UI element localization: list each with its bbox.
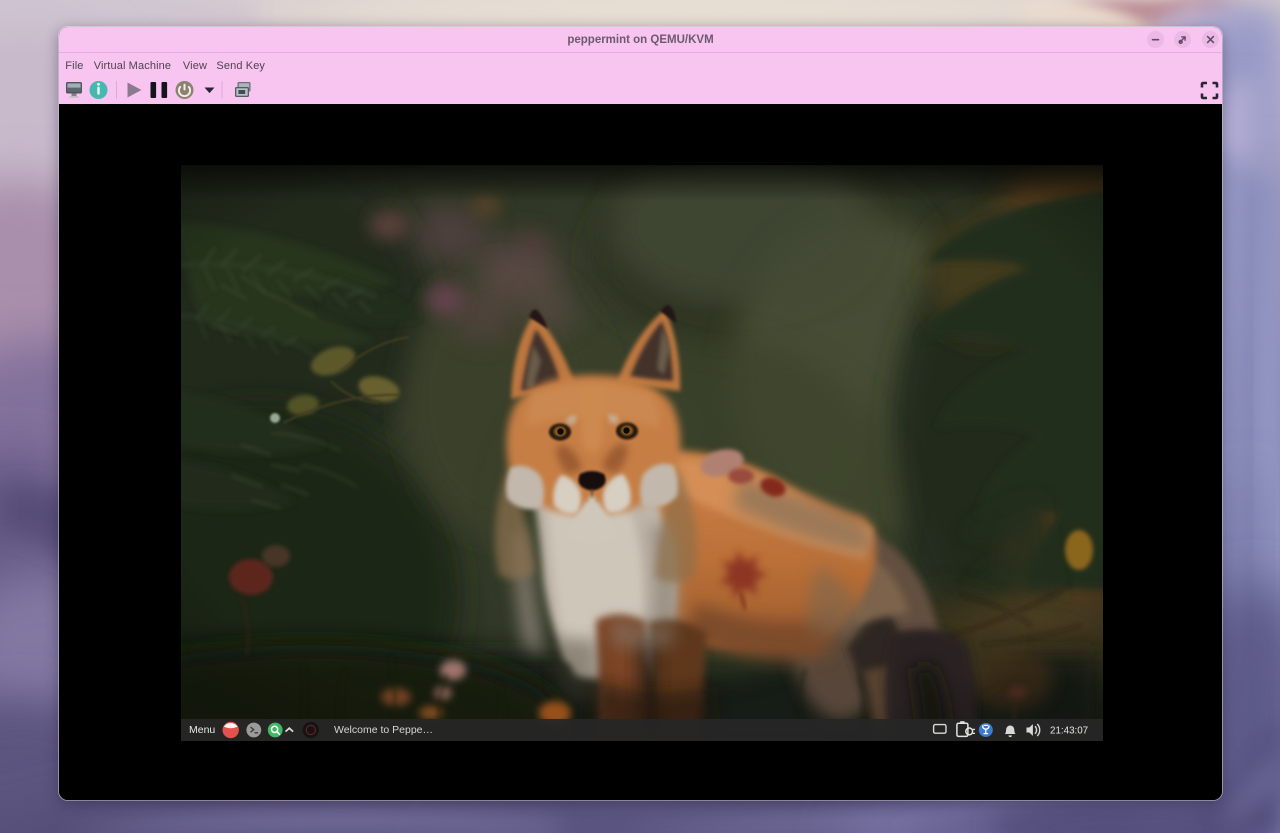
svg-text:21:43:07: 21:43:07 — [1050, 726, 1088, 737]
